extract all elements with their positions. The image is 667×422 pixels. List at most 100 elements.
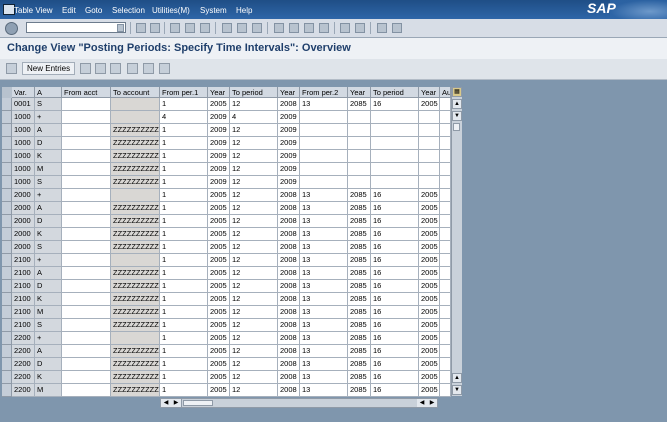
table-cell-authorization[interactable] [440,332,451,345]
delete-icon[interactable] [95,63,106,74]
menu-table-view[interactable]: Table View [14,6,53,15]
column-header[interactable]: From acct [62,87,111,98]
table-cell-authorization[interactable] [440,176,451,189]
table-cell[interactable]: 12 [230,163,278,176]
table-cell[interactable]: 2008 [278,280,300,293]
row-selector[interactable] [2,228,12,241]
table-cell[interactable]: 2085 [348,358,371,371]
copy-as-icon[interactable] [80,63,91,74]
table-cell[interactable]: 16 [371,345,419,358]
column-header[interactable]: Au [440,87,451,98]
table-cell[interactable]: 2085 [348,384,371,397]
table-cell[interactable]: 2005 [208,384,230,397]
table-cell[interactable]: 2085 [348,345,371,358]
table-cell[interactable]: 2005 [208,189,230,202]
scroll-down-icon[interactable]: ▼ [452,385,462,395]
menu-edit[interactable]: Edit [62,6,76,15]
scroll-right-icon[interactable]: ▶ [427,399,438,407]
table-cell[interactable]: 4 [230,111,278,124]
table-cell[interactable]: 1 [160,202,208,215]
column-header[interactable]: To period [371,87,419,98]
table-cell[interactable]: 13 [300,319,348,332]
table-cell[interactable] [371,137,419,150]
table-cell-authorization[interactable] [440,189,451,202]
table-cell[interactable]: 2008 [278,293,300,306]
table-cell-authorization[interactable] [440,111,451,124]
table-cell[interactable]: 2005 [419,98,440,111]
table-cell[interactable]: 2005 [208,280,230,293]
table-cell[interactable]: 2008 [278,306,300,319]
table-cell[interactable]: 2085 [348,293,371,306]
row-selector[interactable] [2,332,12,345]
table-cell[interactable]: 12 [230,241,278,254]
table-cell[interactable]: 13 [300,241,348,254]
new-entries-button[interactable]: New Entries [22,62,76,75]
column-header[interactable]: From per.2 [300,87,348,98]
table-cell[interactable]: 2009 [208,150,230,163]
table-cell[interactable]: 2009 [208,163,230,176]
table-cell[interactable]: 16 [371,241,419,254]
table-cell[interactable] [62,267,111,280]
help-icon[interactable] [377,23,387,33]
table-cell[interactable]: 2005 [208,332,230,345]
table-cell[interactable]: 2005 [208,241,230,254]
table-cell[interactable]: 2005 [419,267,440,280]
table-cell[interactable] [62,228,111,241]
table-cell[interactable]: 2008 [278,319,300,332]
table-cell[interactable]: 12 [230,150,278,163]
column-header[interactable]: Var. [12,87,35,98]
menu-system[interactable]: System [200,6,227,15]
table-cell[interactable]: 2005 [419,358,440,371]
table-cell[interactable]: 2085 [348,241,371,254]
table-cell[interactable] [62,280,111,293]
table-cell[interactable]: 1 [160,280,208,293]
table-cell[interactable]: 2009 [278,137,300,150]
table-cell[interactable]: 12 [230,228,278,241]
table-cell[interactable]: 1 [160,293,208,306]
table-cell[interactable] [371,150,419,163]
table-cell[interactable]: 16 [371,371,419,384]
table-cell[interactable]: 2085 [348,280,371,293]
table-cell[interactable]: 2008 [278,267,300,280]
table-cell[interactable]: 12 [230,98,278,111]
table-cell[interactable]: 2008 [278,384,300,397]
table-cell-authorization[interactable] [440,215,451,228]
table-cell[interactable]: 2008 [278,358,300,371]
table-cell[interactable] [300,111,348,124]
table-cell-authorization[interactable] [440,384,451,397]
table-cell[interactable]: 16 [371,319,419,332]
table-cell-authorization[interactable] [440,306,451,319]
table-cell-authorization[interactable] [440,254,451,267]
table-cell[interactable] [300,150,348,163]
table-cell-authorization[interactable] [440,293,451,306]
table-cell[interactable]: 2085 [348,306,371,319]
table-cell[interactable] [62,371,111,384]
table-cell[interactable]: 2085 [348,254,371,267]
table-cell-authorization[interactable] [440,319,451,332]
find-icon[interactable] [237,23,247,33]
table-cell[interactable]: 12 [230,202,278,215]
table-cell[interactable]: 12 [230,137,278,150]
back-icon[interactable] [136,23,146,33]
table-cell[interactable]: 12 [230,319,278,332]
table-cell[interactable]: 1 [160,306,208,319]
find-next-icon[interactable] [252,23,262,33]
table-cell[interactable]: 2005 [419,241,440,254]
table-cell[interactable]: 2009 [278,150,300,163]
scroll-down-top-icon[interactable]: ▼ [452,111,462,121]
table-cell[interactable]: 2005 [419,189,440,202]
table-cell[interactable] [62,137,111,150]
table-cell[interactable]: 2008 [278,371,300,384]
row-selector[interactable] [2,293,12,306]
horizontal-scroll-thumb[interactable] [183,400,213,406]
table-cell[interactable] [62,215,111,228]
table-cell[interactable]: 2009 [208,176,230,189]
table-cell[interactable]: 13 [300,384,348,397]
table-cell[interactable]: 12 [230,358,278,371]
table-cell[interactable] [62,332,111,345]
table-cell-authorization[interactable] [440,241,451,254]
table-cell[interactable]: 13 [300,98,348,111]
table-cell-authorization[interactable] [440,202,451,215]
table-cell[interactable]: 12 [230,280,278,293]
table-cell[interactable]: 13 [300,189,348,202]
